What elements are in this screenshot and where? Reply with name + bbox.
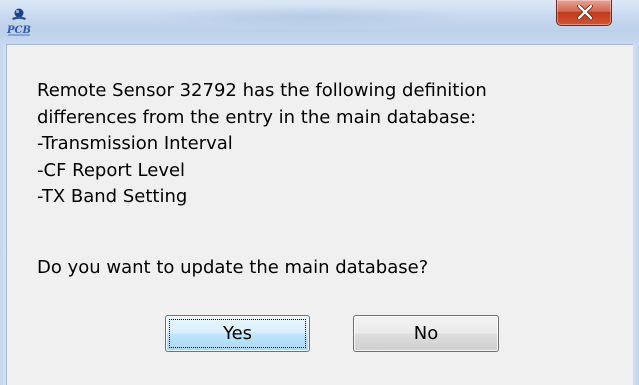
message-line: -CF Report Level (37, 159, 186, 181)
yes-button-label: Yes (222, 323, 253, 344)
message-line: Remote Sensor 32792 has the following de… (37, 80, 487, 101)
message-line: differences from the entry in the main d… (37, 106, 477, 128)
window-frame-right (633, 44, 639, 385)
close-icon (577, 5, 593, 19)
app-icon: PCB (6, 6, 34, 38)
no-button-label: No (413, 323, 439, 344)
close-button[interactable] (556, 0, 612, 26)
question-text: Do you want to update the main database? (37, 257, 429, 278)
no-button[interactable]: No (353, 315, 499, 352)
svg-text:PCB: PCB (6, 25, 31, 36)
title-bar[interactable]: PCB (0, 0, 639, 44)
message-line: -TX Band Setting (37, 186, 188, 207)
message-line: -Transmission Interval (37, 133, 233, 154)
yes-button[interactable]: Yes (165, 315, 310, 352)
dialog-content: Remote Sensor 32792 has the following de… (6, 44, 633, 385)
message-text: Remote Sensor 32792 has the following de… (37, 78, 487, 211)
message-dialog: PCB Remote Sensor 32792 has the followin… (0, 0, 639, 385)
